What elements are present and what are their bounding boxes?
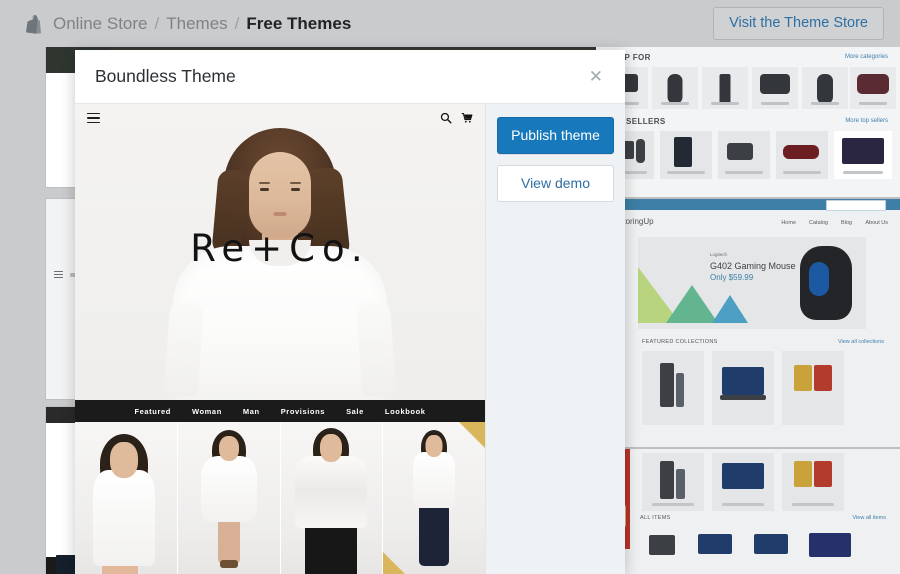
gaming-mouse-image — [800, 246, 852, 320]
card-electronics-more-link[interactable]: More categories — [845, 54, 888, 60]
preview-store-nav: Featured Woman Man Provisions Sale Lookb… — [75, 400, 485, 422]
card-bottom-section-heading: ALL ITEMS — [640, 515, 671, 521]
product-tile[interactable] — [280, 422, 384, 574]
theme-card-electronics[interactable]: SHOP FOR More categories TOP SELLERS Mor… — [596, 47, 900, 197]
modal-action-panel: Publish theme View demo — [485, 104, 625, 574]
publish-theme-button[interactable]: Publish theme — [497, 117, 614, 154]
card-monitoring-nav-home[interactable]: Home — [781, 220, 796, 226]
card-bottom-section-more[interactable]: View all items — [852, 515, 886, 521]
preview-nav-featured[interactable]: Featured — [134, 407, 170, 416]
card-electronics-sellers-more[interactable]: More top sellers — [845, 118, 888, 124]
modal-header: Boundless Theme ✕ — [75, 50, 625, 104]
card-monitoring-nav-catalog[interactable]: Catalog — [809, 220, 828, 226]
preview-product-grid — [75, 422, 485, 574]
card-monitoring-featured-more[interactable]: View all collections — [838, 339, 884, 345]
preview-nav-provisions[interactable]: Provisions — [281, 407, 325, 416]
visit-theme-store-button[interactable]: Visit the Theme Store — [713, 7, 884, 40]
breadcrumb: Online Store / Themes / Free Themes — [22, 13, 351, 34]
card-monitoring-hero-brand: Logitech — [710, 252, 728, 257]
modal-title: Boundless Theme — [95, 66, 236, 86]
hamburger-menu-icon[interactable] — [87, 112, 100, 124]
theme-card-bottom[interactable]: ALL ITEMS View all items OPEN BOX DEALS! — [596, 449, 900, 574]
breadcrumb-separator-2: / — [234, 13, 240, 33]
theme-preview-frame[interactable]: Re+Co. Featured Woman Man Provisions Sal… — [75, 104, 485, 574]
preview-nav-woman[interactable]: Woman — [192, 407, 222, 416]
shopping-cart-icon[interactable] — [461, 112, 473, 124]
preview-store-logo: Re+Co. — [190, 227, 370, 270]
card-monitoring-hero-price: Only $59.99 — [710, 273, 754, 282]
product-tile[interactable] — [177, 422, 281, 574]
card-monitoring-featured-heading: FEATURED COLLECTIONS — [642, 339, 718, 345]
search-icon[interactable] — [440, 112, 452, 124]
card-monitoring-hero: Logitech G402 Gaming Mouse Only $59.99 — [638, 237, 866, 329]
breadcrumb-free-themes: Free Themes — [246, 13, 352, 33]
breadcrumb-online-store[interactable]: Online Store — [53, 14, 148, 34]
preview-nav-lookbook[interactable]: Lookbook — [385, 407, 426, 416]
modal-body: Re+Co. Featured Woman Man Provisions Sal… — [75, 104, 625, 574]
card-monitoring-nav-about[interactable]: About Us — [865, 220, 888, 226]
product-tile[interactable] — [383, 422, 485, 574]
app-top-bar: Online Store / Themes / Free Themes Visi… — [0, 0, 900, 47]
preview-nav-man[interactable]: Man — [243, 407, 260, 416]
breadcrumb-themes[interactable]: Themes — [166, 14, 227, 34]
theme-card-monitoring[interactable]: MonitoringUp Home Catalog Blog About Us … — [596, 199, 900, 447]
hamburger-menu-icon — [54, 271, 63, 278]
preview-store-topbar — [75, 104, 485, 132]
breadcrumb-separator-1: / — [154, 13, 160, 33]
card-monitoring-hero-title: G402 Gaming Mouse — [710, 261, 796, 271]
view-demo-button[interactable]: View demo — [497, 164, 614, 202]
product-tile[interactable] — [75, 422, 178, 574]
close-icon[interactable]: ✕ — [585, 64, 607, 89]
preview-nav-sale[interactable]: Sale — [346, 407, 364, 416]
theme-preview-modal: Boundless Theme ✕ Re+Co. Featured Woman … — [75, 50, 625, 574]
card-monitoring-nav-blog[interactable]: Blog — [841, 220, 852, 226]
shopify-bag-icon — [22, 13, 43, 34]
